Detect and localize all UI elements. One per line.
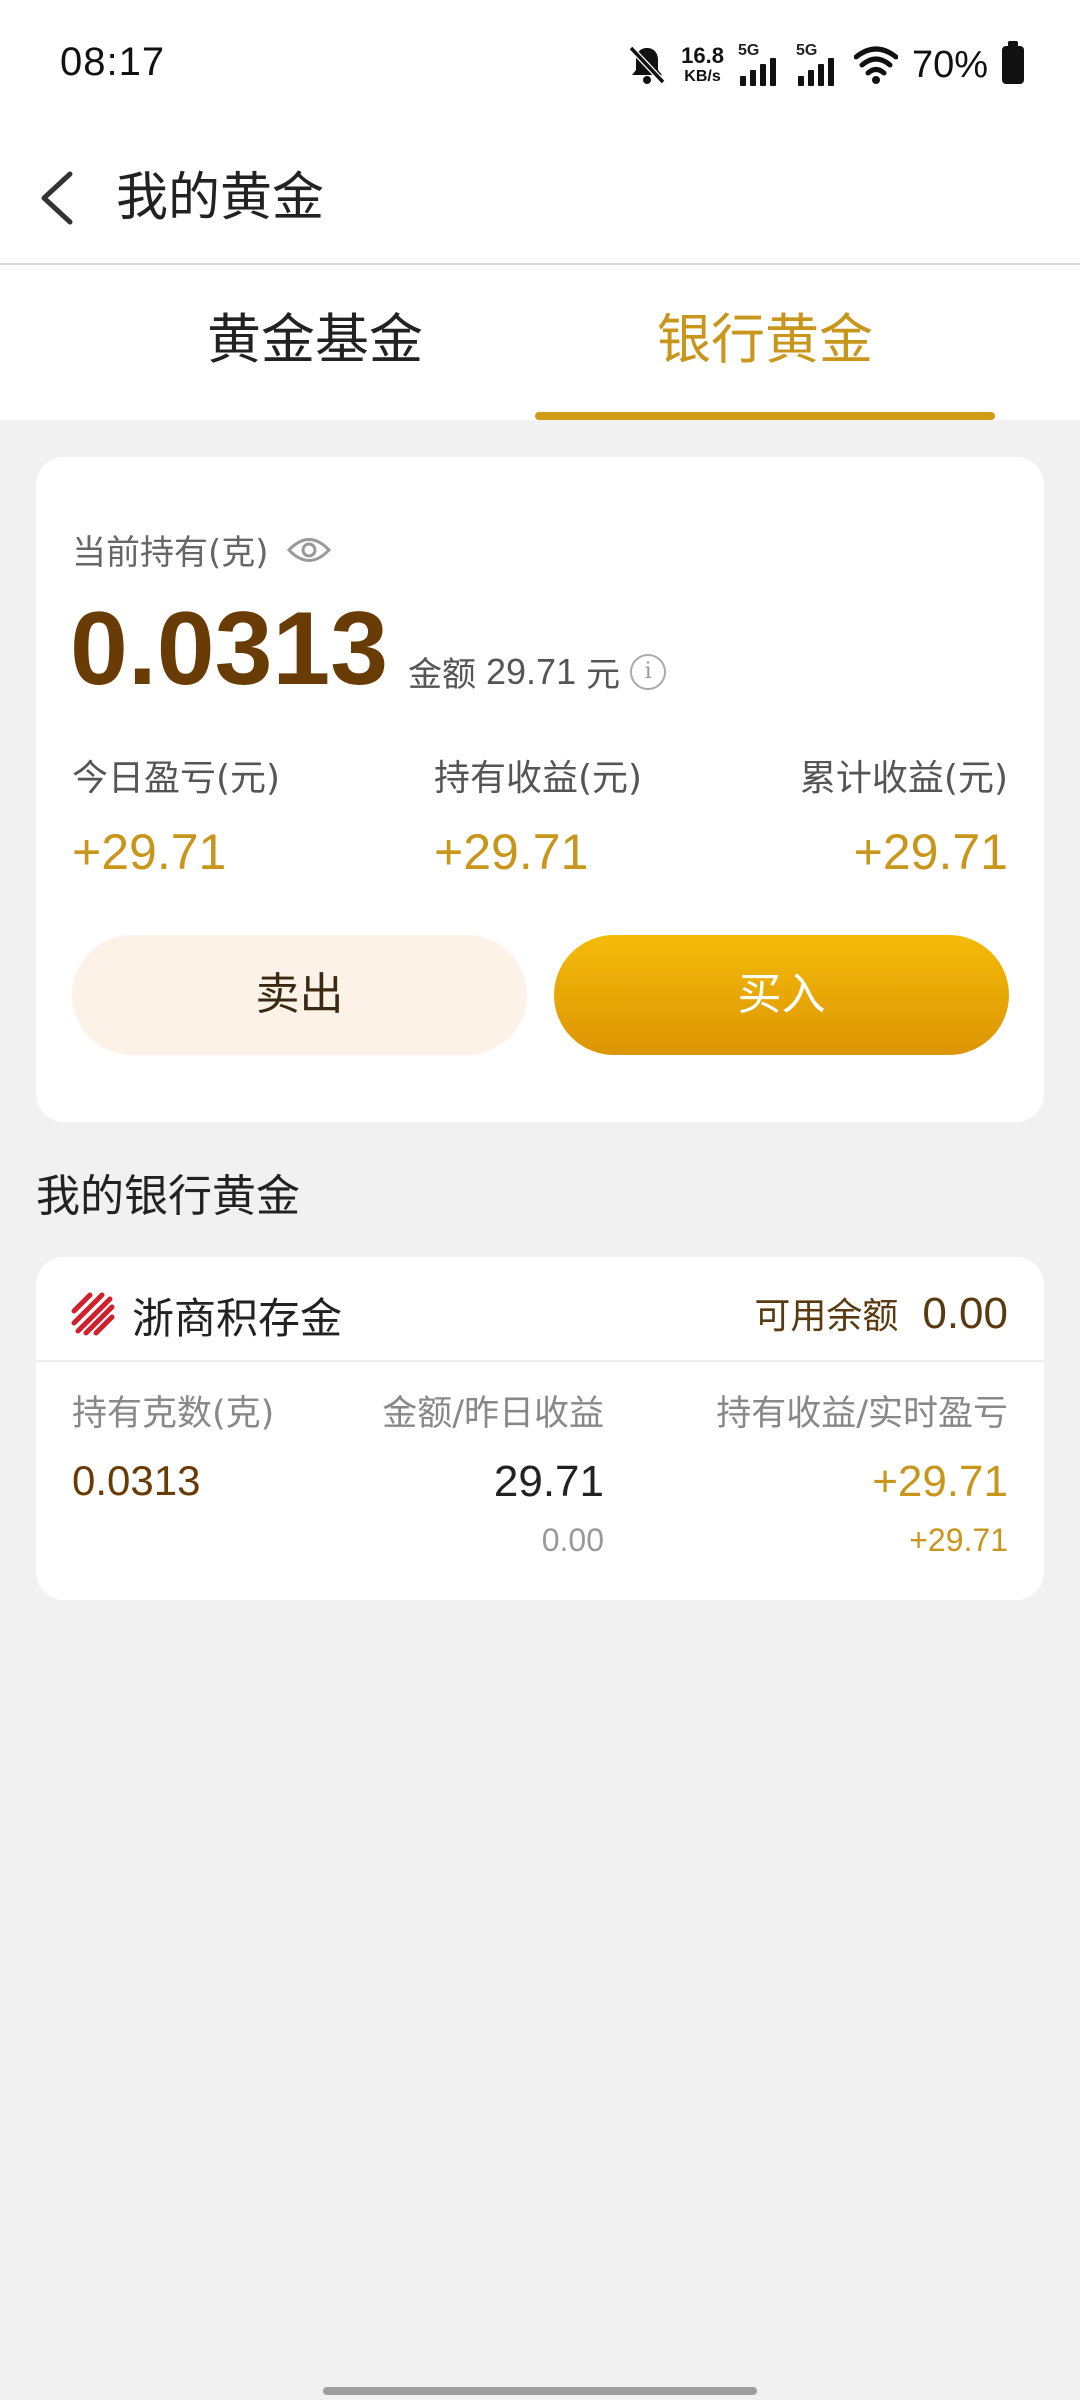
available-value: 0.00: [922, 1289, 1008, 1338]
bank-gold-header: 浙商积存金 可用余额 0.00: [36, 1257, 1044, 1362]
battery-percent: 70%: [911, 43, 988, 86]
holdings-label: 当前持有(克): [72, 525, 331, 574]
signal-icon: 5G: [738, 42, 782, 88]
column-header-amount: 金额/昨日收益: [382, 1394, 604, 1434]
bank-gold-name: 浙商积存金: [132, 1294, 343, 1343]
stat-label: 累计收益(元): [799, 758, 1008, 799]
eye-icon[interactable]: [286, 535, 331, 565]
bell-muted-icon: [628, 45, 666, 85]
bank-gold-card[interactable]: 浙商积存金 可用余额 0.00 持有克数(克) 金额/昨日收益 持有收益/实时盈…: [36, 1257, 1044, 1600]
tab-gold-fund[interactable]: 黄金基金: [85, 265, 545, 420]
amount-value: 29.71: [493, 1457, 604, 1506]
amount-unit: 元: [586, 655, 621, 695]
signal-icon: 5G: [796, 42, 840, 88]
home-indicator[interactable]: [323, 2387, 757, 2395]
back-button[interactable]: [28, 158, 98, 238]
buy-button[interactable]: 买入: [554, 935, 1009, 1055]
holdings-card: 当前持有(克) 0.0313 金额 29.71 元 i 今日盈亏(元) +29.…: [36, 457, 1044, 1122]
stat-today-pl: 今日盈亏(元) +29.71: [72, 749, 280, 881]
section-title: 我的银行黄金: [36, 1171, 300, 1222]
holding-income-value: +29.71: [872, 1457, 1008, 1506]
column-header-income: 持有收益/实时盈亏: [716, 1394, 1008, 1434]
amount-value: 29.71: [486, 650, 577, 692]
tab-bar: 黄金基金 银行黄金: [0, 265, 1080, 420]
holding-amount: 金额 29.71 元 i: [408, 647, 667, 696]
wifi-icon: [853, 46, 898, 84]
stat-label: 今日盈亏(元): [72, 758, 281, 799]
status-bar: 08:17 16.8 KB/s 5G 5G 70%: [0, 0, 1080, 130]
status-time: 08:17: [60, 40, 166, 84]
sell-button[interactable]: 卖出: [72, 935, 527, 1055]
bank-logo-icon: [71, 1292, 115, 1336]
stat-cumulative-income: 累计收益(元) +29.71: [800, 749, 1008, 881]
holdings-label-text: 当前持有(克): [72, 533, 269, 573]
chevron-left-icon: [41, 171, 73, 225]
available-label: 可用余额: [754, 1296, 899, 1337]
stat-holding-income: 持有收益(元) +29.71: [434, 749, 642, 881]
net-speed-value: 16.8: [681, 43, 724, 68]
grams-value: 0.0313: [72, 1457, 201, 1504]
available-balance: 可用余额 0.00: [754, 1287, 1008, 1339]
column-header-grams: 持有克数(克): [72, 1394, 275, 1434]
tab-bank-gold[interactable]: 银行黄金: [535, 265, 995, 420]
net-speed-unit: KB/s: [684, 68, 721, 85]
header: 我的黄金: [0, 130, 1080, 265]
stat-label: 持有收益(元): [434, 758, 643, 799]
stat-value: +29.71: [72, 824, 227, 880]
amount-prefix: 金额: [408, 655, 476, 695]
info-icon[interactable]: i: [630, 653, 667, 690]
stat-value: +29.71: [434, 824, 589, 880]
active-tab-indicator: [535, 412, 995, 420]
status-icons: 16.8 KB/s 5G 5G 70%: [627, 38, 1024, 92]
realtime-pl-value: +29.71: [909, 1522, 1008, 1558]
stat-value: +29.71: [853, 824, 1008, 880]
net-speed: 16.8 KB/s: [681, 45, 724, 85]
yesterday-income-value: 0.00: [541, 1522, 604, 1558]
holding-grams: 0.0313: [70, 591, 389, 707]
page-title: 我的黄金: [116, 168, 325, 228]
battery-icon: [1002, 41, 1024, 84]
